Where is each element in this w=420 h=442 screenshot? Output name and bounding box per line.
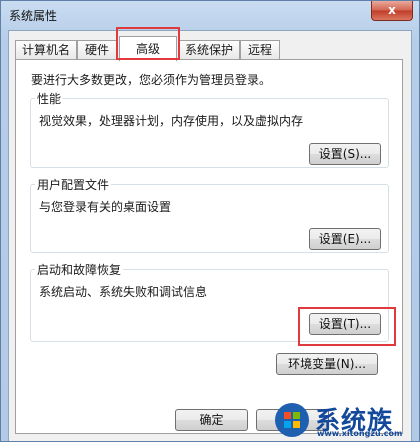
environment-variables-button[interactable]: 环境变量(N)... xyxy=(276,353,378,375)
user-profile-desc: 与您登录有关的桌面设置 xyxy=(39,200,172,214)
performance-settings-button[interactable]: 设置(S)... xyxy=(309,143,381,165)
user-profile-title: 用户配置文件 xyxy=(35,176,112,193)
performance-title: 性能 xyxy=(35,90,64,107)
watermark-url: www.xitongzu.com xyxy=(317,429,403,438)
ok-button[interactable]: 确定 xyxy=(175,409,248,431)
performance-desc: 视觉效果，处理器计划，内存使用，以及虚拟内存 xyxy=(39,114,304,128)
user-profile-settings-button[interactable]: 设置(E)... xyxy=(309,228,381,250)
dialog-client-area: 计算机名 硬件 高级 系统保护 远程 要进行大多数更改，您必须作为管理员登录。 … xyxy=(8,27,412,441)
watermark-logo: 系统族 www.xitongzu.com xyxy=(275,401,417,439)
startup-button-highlight-box xyxy=(298,307,396,346)
window-title: 系统属性 xyxy=(9,9,58,23)
performance-group: 性能 视觉效果，处理器计划，内存使用，以及虚拟内存 设置(S)... xyxy=(30,90,389,168)
startup-recovery-desc: 系统启动、系统失败和调试信息 xyxy=(39,285,208,299)
tab-computer-name[interactable]: 计算机名 xyxy=(15,40,77,59)
tab-remote[interactable]: 远程 xyxy=(240,40,280,59)
close-button[interactable]: x xyxy=(371,1,413,21)
windows-logo-icon xyxy=(275,403,309,437)
user-profile-group: 用户配置文件 与您登录有关的桌面设置 设置(E)... xyxy=(30,176,389,253)
advanced-panel: 要进行大多数更改，您必须作为管理员登录。 性能 视觉效果，处理器计划，内存使用，… xyxy=(15,59,403,434)
tab-system-protection[interactable]: 系统保护 xyxy=(178,40,240,59)
close-icon: x xyxy=(388,3,396,17)
tab-highlight-box xyxy=(116,27,180,60)
startup-recovery-title: 启动和故障恢复 xyxy=(35,261,124,278)
system-properties-window: 系统属性 x 计算机名 硬件 高级 系统保护 远程 要进行大多数更改，您必须作为… xyxy=(0,0,420,442)
admin-note: 要进行大多数更改，您必须作为管理员登录。 xyxy=(31,73,272,87)
tab-hardware[interactable]: 硬件 xyxy=(77,40,117,59)
title-bar[interactable]: 系统属性 x xyxy=(1,1,419,29)
